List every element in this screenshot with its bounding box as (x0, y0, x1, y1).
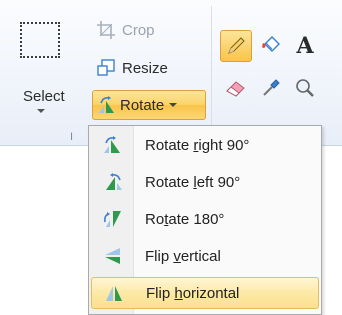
eraser-icon (226, 81, 245, 97)
flip-vertical-icon (91, 240, 135, 272)
menu-item-label: Flip horizontal (146, 284, 240, 302)
fill-bucket-icon (262, 36, 280, 52)
pencil-icon (228, 37, 245, 54)
select-label: Select (23, 88, 65, 105)
resize-button[interactable]: Resize (96, 56, 168, 80)
eyedropper-icon (263, 79, 280, 96)
menu-item-label: Rotate left 90° (145, 173, 241, 191)
group-label: I (70, 131, 74, 143)
rotate-button[interactable]: Rotate (92, 90, 206, 120)
flip-horizontal-icon (92, 277, 136, 309)
color-picker-tool[interactable] (255, 72, 287, 104)
rotate-left-icon (91, 166, 135, 198)
resize-label: Resize (122, 59, 168, 77)
crop-button[interactable]: Crop (96, 18, 155, 42)
select-rectangle-icon (20, 22, 60, 58)
magnifier-tool[interactable] (289, 72, 321, 104)
menu-item-rotate-right[interactable]: Rotate right 90° (91, 129, 319, 161)
menu-item-label: Flip vertical (145, 247, 221, 265)
menu-item-flip-horizontal[interactable]: Flip horizontal (91, 277, 319, 309)
text-tool[interactable]: A (289, 30, 321, 62)
select-button[interactable]: Select (8, 8, 74, 120)
magnifier-icon (296, 79, 314, 97)
rotate-dropdown-arrow-icon (169, 103, 178, 107)
select-dropdown-arrow-icon (37, 109, 45, 113)
menu-item-label: Rotate 180° (145, 210, 225, 228)
rotate-180-icon (91, 203, 135, 235)
menu-item-label: Rotate right 90° (145, 136, 250, 154)
rotate-right-icon (91, 129, 135, 161)
group-separator (211, 6, 212, 131)
pencil-tool[interactable] (220, 30, 252, 62)
crop-label: Crop (122, 21, 155, 39)
crop-icon (97, 21, 115, 39)
rotate-icon (99, 96, 114, 113)
eraser-tool[interactable] (220, 72, 252, 104)
menu-item-flip-vertical[interactable]: Flip vertical (91, 240, 319, 272)
fill-tool[interactable] (255, 30, 287, 62)
menu-item-rotate-left[interactable]: Rotate left 90° (91, 166, 319, 198)
resize-icon (97, 59, 115, 76)
rotate-label: Rotate (120, 96, 165, 114)
rotate-menu: Rotate right 90° Rotate left 90° Rotate … (88, 125, 322, 315)
menu-item-rotate-180[interactable]: Rotate 180° (91, 203, 319, 235)
text-tool-glyph: A (296, 33, 314, 59)
